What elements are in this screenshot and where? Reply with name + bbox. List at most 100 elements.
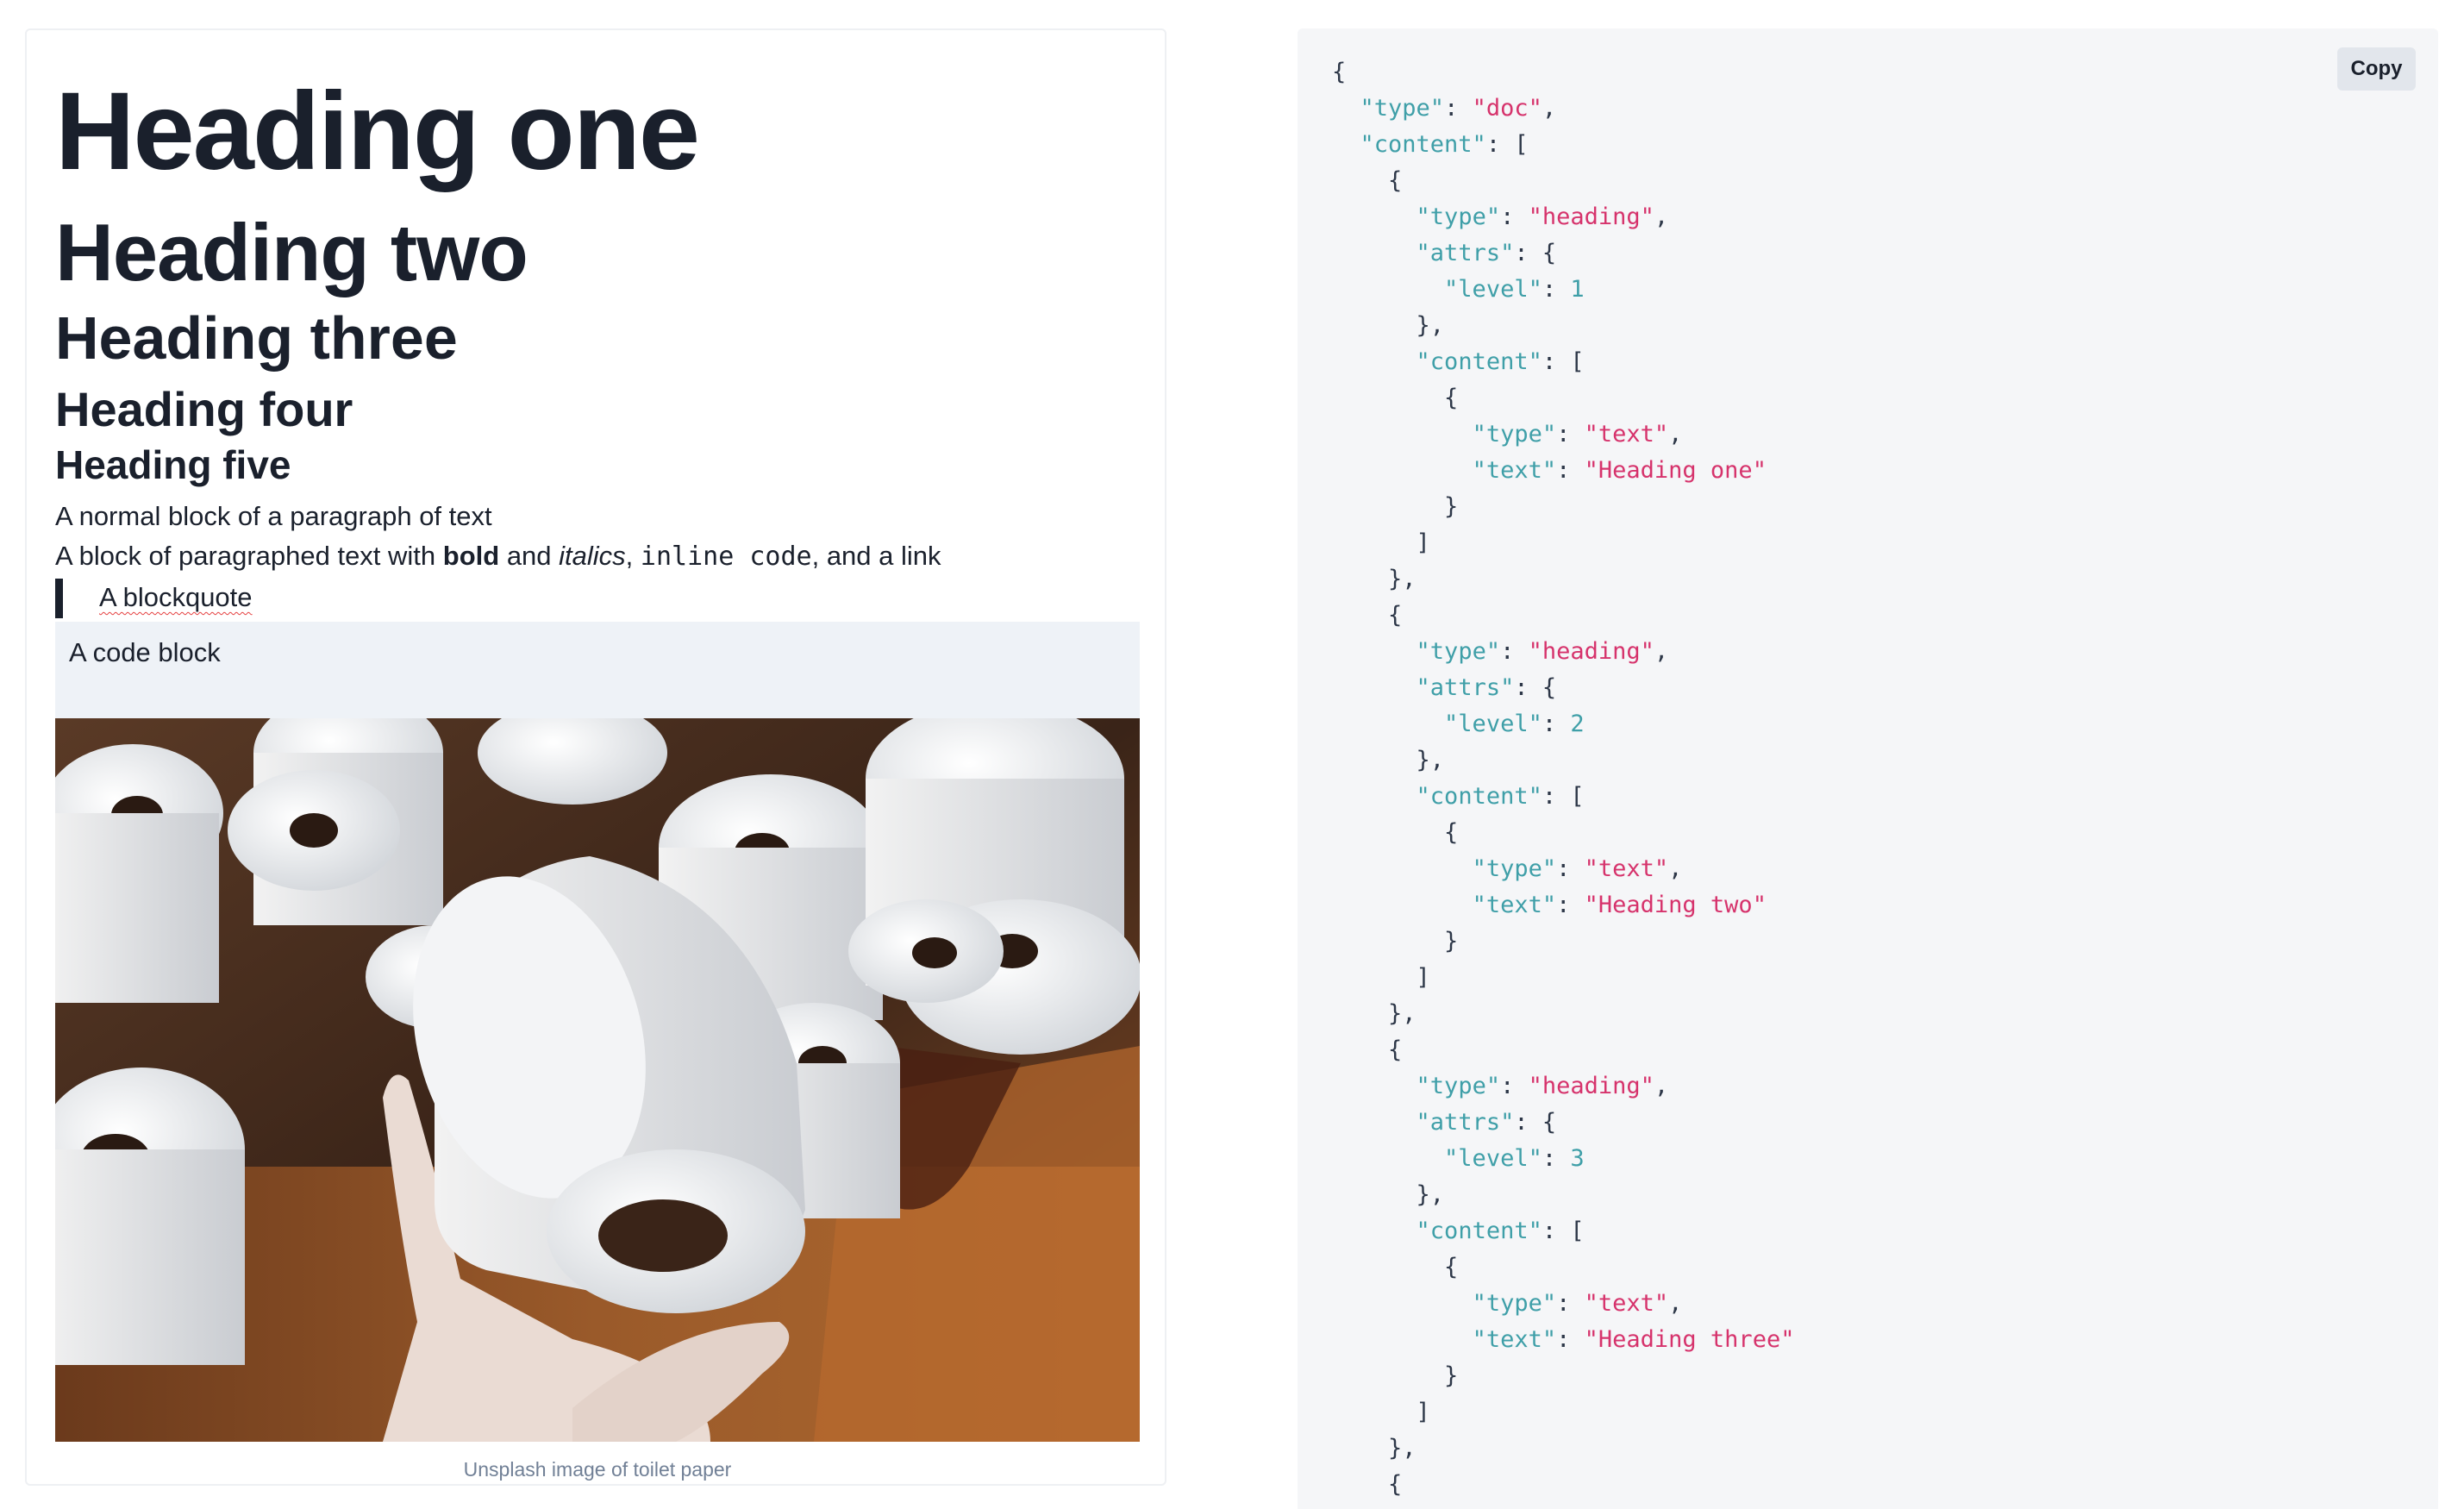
- json-punct: :: [1556, 457, 1585, 484]
- json-punct: :: [1500, 638, 1529, 665]
- copy-button[interactable]: Copy: [2337, 47, 2416, 91]
- json-punct: [1332, 638, 1416, 665]
- json-line: {: [1332, 815, 1794, 851]
- json-punct: [1332, 1073, 1416, 1099]
- json-punct: ,: [1542, 95, 1557, 122]
- blockquote-text: A blockquote: [99, 582, 253, 612]
- json-line: "level": 3: [1332, 1141, 1794, 1177]
- json-line: "content": [: [1332, 344, 1794, 380]
- json-punct: :: [1556, 855, 1585, 882]
- json-punct: :: [1556, 892, 1585, 918]
- json-punct: [1332, 783, 1416, 810]
- json-key: "type": [1416, 203, 1501, 230]
- json-punct: },: [1332, 747, 1445, 773]
- json-punct: {: [1332, 602, 1403, 629]
- json-string: "text": [1584, 1290, 1669, 1317]
- json-line: "text": "Heading three": [1332, 1322, 1795, 1358]
- json-key: "type": [1416, 1073, 1501, 1099]
- json-line: ]: [1332, 1394, 1794, 1431]
- json-punct: ]: [1332, 529, 1430, 556]
- paragraph-formatted[interactable]: A block of paragraphed text with bold an…: [55, 539, 941, 573]
- heading-four[interactable]: Heading four: [55, 383, 353, 436]
- json-punct: },: [1332, 566, 1416, 592]
- json-punct: },: [1332, 1435, 1416, 1462]
- json-key: "type": [1472, 855, 1557, 882]
- json-punct: [1332, 276, 1444, 303]
- code-block[interactable]: A code block: [55, 622, 1140, 718]
- json-key: "level": [1444, 1145, 1542, 1172]
- json-punct: ]: [1332, 964, 1430, 991]
- paragraph-normal[interactable]: A normal block of a paragraph of text: [55, 499, 492, 534]
- json-line: },: [1332, 1431, 1794, 1467]
- json-punct: : [: [1542, 783, 1585, 810]
- paragraph-text: ,: [625, 541, 641, 571]
- json-punct: {: [1332, 1036, 1403, 1063]
- json-line: "level": 2: [1332, 706, 1794, 742]
- json-key: "text": [1472, 1326, 1557, 1353]
- json-line: "content": [: [1332, 779, 1794, 815]
- heading-five[interactable]: Heading five: [55, 443, 291, 487]
- json-line: {: [1332, 1032, 1794, 1068]
- json-punct: [1332, 1109, 1416, 1136]
- json-punct: [1332, 1145, 1444, 1172]
- json-punct: [1332, 855, 1473, 882]
- json-string: "heading": [1528, 203, 1654, 230]
- heading-three[interactable]: Heading three: [55, 305, 458, 372]
- json-line: "level": 1: [1332, 272, 1794, 308]
- json-punct: : {: [1514, 240, 1557, 266]
- json-line: "type": "doc",: [1332, 91, 1794, 127]
- image-caption: Unsplash image of toilet paper: [463, 1458, 732, 1481]
- json-punct: {: [1332, 167, 1403, 194]
- json-punct: [1332, 1290, 1473, 1317]
- json-key: "level": [1444, 711, 1542, 737]
- json-punct: {: [1332, 385, 1459, 411]
- json-key: "type": [1416, 638, 1501, 665]
- json-key: "attrs": [1416, 1109, 1515, 1136]
- json-line: ]: [1332, 960, 1794, 996]
- heading-two[interactable]: Heading two: [55, 208, 528, 297]
- json-punct: : [: [1542, 348, 1585, 375]
- json-key: "attrs": [1416, 240, 1515, 266]
- json-punct: :: [1542, 711, 1571, 737]
- blockquote[interactable]: A blockquote: [55, 579, 253, 618]
- json-string: "Heading two": [1584, 892, 1767, 918]
- json-line: "content": [: [1332, 127, 1794, 163]
- heading-one[interactable]: Heading one: [55, 71, 700, 193]
- rich-text-editor[interactable]: Heading one Heading two Heading three He…: [25, 28, 1166, 1486]
- paragraph-text: , and a link: [811, 541, 941, 571]
- json-line: {: [1332, 380, 1794, 416]
- json-string: "text": [1584, 421, 1669, 448]
- json-line: "attrs": {: [1332, 1105, 1794, 1141]
- json-code[interactable]: { "type": "doc", "content": [ { "type": …: [1332, 54, 1794, 1503]
- json-punct: {: [1332, 819, 1459, 846]
- json-line: },: [1332, 1177, 1794, 1213]
- json-punct: }: [1332, 1362, 1459, 1389]
- json-punct: :: [1500, 203, 1529, 230]
- json-key: "content": [1416, 1218, 1542, 1244]
- json-line: },: [1332, 561, 1794, 598]
- json-punct: ]: [1332, 1399, 1430, 1425]
- json-punct: ,: [1654, 1073, 1669, 1099]
- json-punct: [1332, 1326, 1473, 1353]
- json-string: "text": [1584, 855, 1669, 882]
- json-punct: }: [1332, 493, 1459, 520]
- json-punct: :: [1542, 276, 1571, 303]
- json-punct: [1332, 892, 1473, 918]
- json-punct: [1332, 457, 1473, 484]
- json-punct: {: [1332, 1471, 1403, 1498]
- json-line: "type": "heading",: [1332, 199, 1794, 235]
- paragraph-text: A block of paragraphed text with: [55, 541, 443, 571]
- json-line: "type": "heading",: [1332, 634, 1794, 670]
- json-punct: ,: [1668, 855, 1683, 882]
- json-number: 1: [1570, 276, 1585, 303]
- italic-text: italics: [559, 541, 626, 571]
- json-punct: :: [1556, 421, 1585, 448]
- json-line: {: [1332, 1249, 1794, 1286]
- toilet-paper-image[interactable]: [55, 718, 1140, 1442]
- json-punct: [1332, 348, 1416, 375]
- json-line: {: [1332, 163, 1794, 199]
- paragraph-text: and: [499, 541, 560, 571]
- json-punct: },: [1332, 312, 1445, 339]
- json-line: }: [1332, 489, 1794, 525]
- json-number: 3: [1570, 1145, 1585, 1172]
